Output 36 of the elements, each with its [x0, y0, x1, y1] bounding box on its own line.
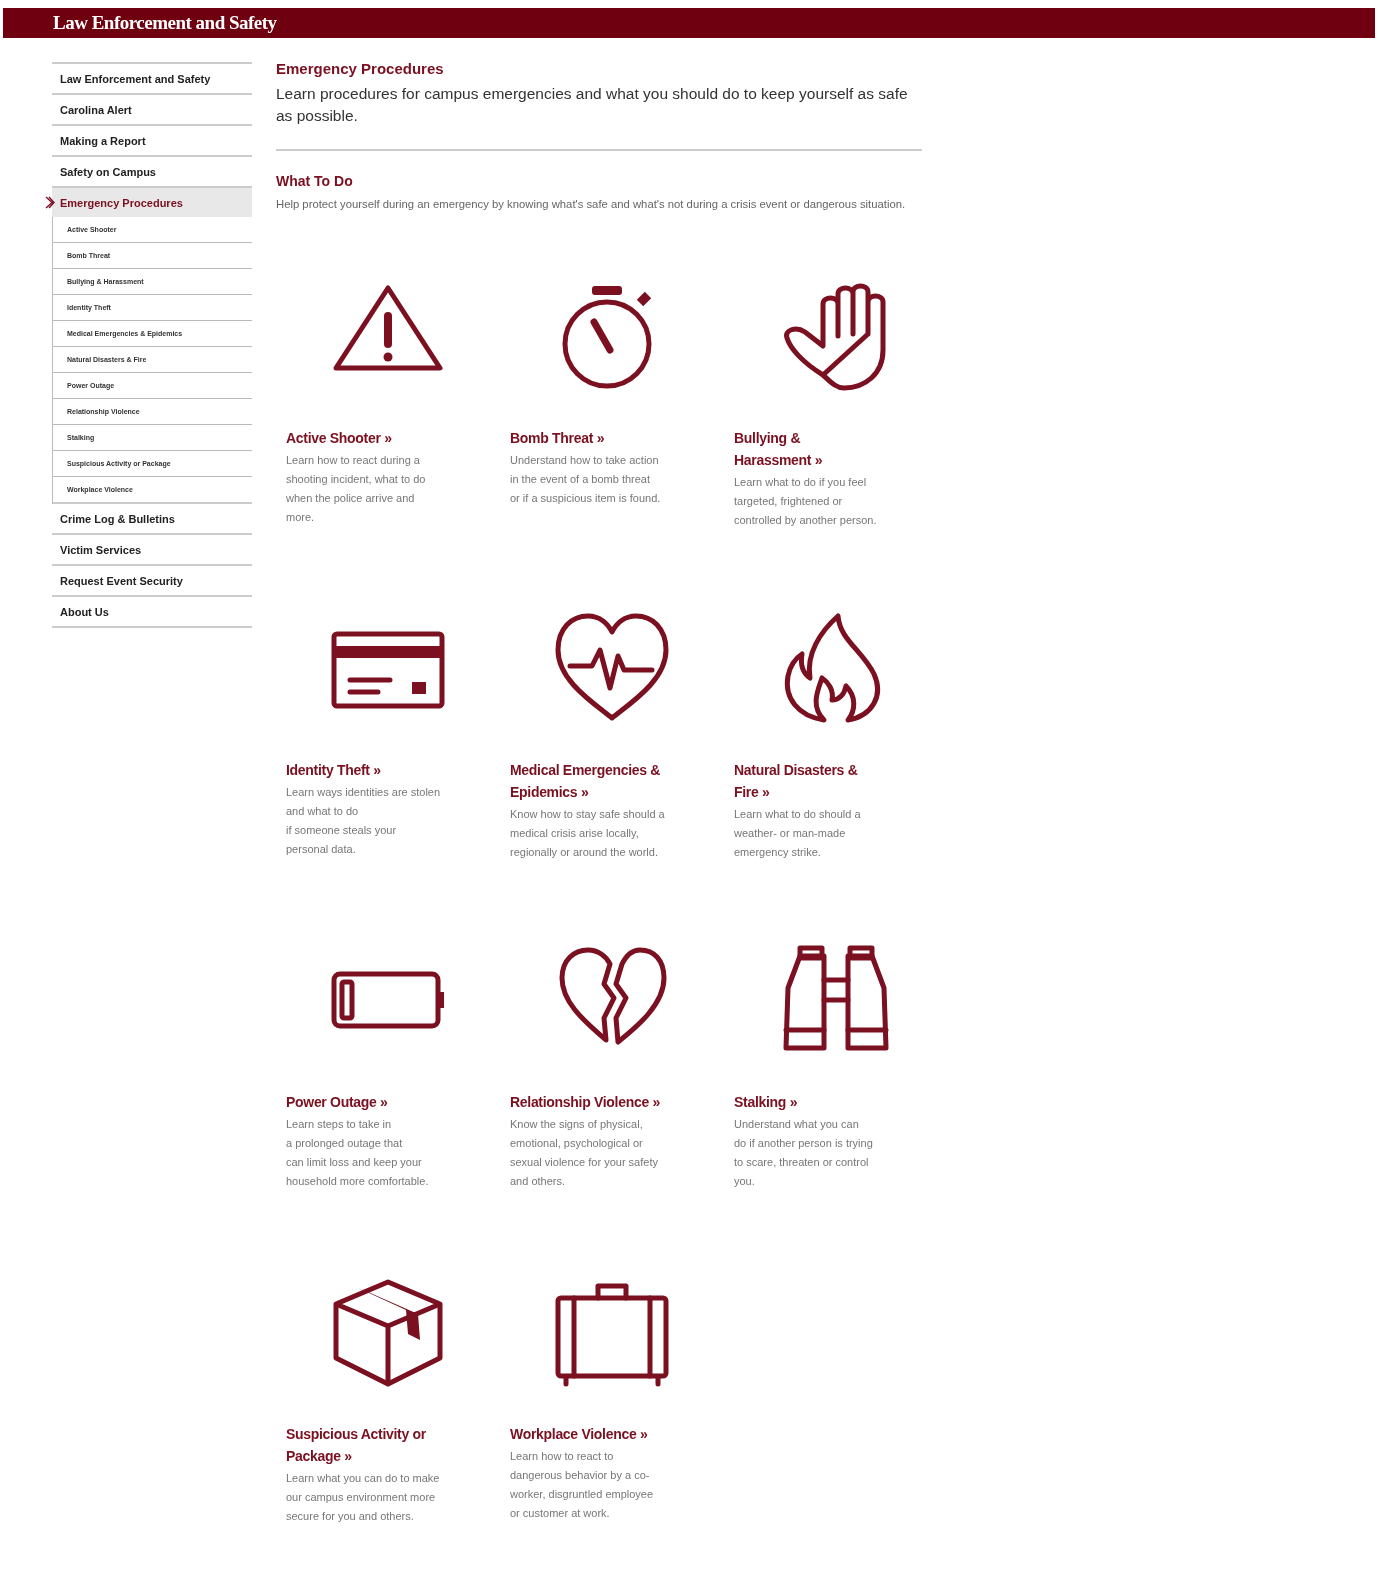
card-link[interactable]: Medical Emergencies & Epidemics » — [510, 759, 661, 803]
card-link[interactable]: Stalking » — [734, 1091, 798, 1113]
nav-link[interactable]: Request Event Security — [52, 566, 252, 595]
card-description: Understand what you can do if another person is trying to scare, threaten or control you. — [734, 1117, 874, 1189]
card-link[interactable]: Active Shooter » — [286, 427, 392, 449]
card-description: Learn how to react to dangerous behavior by a co- worker, disgruntled employee or customer at work. — [510, 1449, 655, 1521]
card-link[interactable]: Identity Theft » — [286, 759, 381, 781]
nav-link[interactable]: Victim Services — [52, 535, 252, 564]
card-description: Learn what to do should a weather- or man-made emergency strike. — [734, 807, 862, 860]
card-description: Learn ways identities are stolen and what to do if someone steals your personal data. — [286, 785, 442, 857]
card-description: Learn what you can do to make our campus environment more secure for you and others. — [286, 1471, 441, 1524]
nav-link[interactable]: Safety on Campus — [52, 157, 252, 186]
card-link[interactable]: Workplace Violence » — [510, 1423, 648, 1445]
card-description: Learn steps to take in a prolonged outage that can limit loss and keep your household more comfortable. — [286, 1117, 430, 1189]
nav-link[interactable]: Making a Report — [52, 126, 252, 155]
nav-link[interactable]: About Us — [52, 597, 252, 626]
card-link[interactable]: Bullying & Harassment » — [734, 427, 823, 471]
card-link[interactable]: Natural Disasters & Fire » — [734, 759, 858, 803]
card-link[interactable]: Bomb Threat » — [510, 427, 605, 449]
card-description: Know the signs of physical, emotional, psychological or sexual violence for your safety and others. — [510, 1117, 659, 1189]
site-title: Law Enforcement and Safety — [53, 12, 277, 34]
nav-link[interactable]: Crime Log & Bulletins — [52, 504, 252, 533]
page-heading: Emergency Procedures — [276, 60, 445, 77]
card-description: Understand how to take action in the event of a bomb threat or if a suspicious item is found. — [510, 453, 662, 506]
nav-link[interactable]: Law Enforcement and Safety — [52, 64, 252, 93]
intro-text: Learn procedures for campus emergencies and what you should do to keep yourself as safe as possible. — [276, 84, 909, 126]
nav-link[interactable]: Carolina Alert — [52, 95, 252, 124]
nav-link[interactable]: Emergency Procedures — [52, 188, 252, 217]
card-link[interactable]: Power Outage » — [286, 1091, 388, 1113]
section-heading: What To Do — [276, 173, 354, 189]
card-link[interactable]: Relationship Violence » — [510, 1091, 660, 1113]
section-text: Help protect yourself during an emergency by knowing what's safe and what's not during a crisis event or dangerous situation. — [276, 197, 907, 212]
card-description: Learn what to do if you feel targeted, frightened or controlled by another person. — [734, 475, 878, 528]
card-description: Learn how to react during a shooting incident, what to do when the police arrive and more. — [286, 453, 427, 525]
card-link[interactable]: Suspicious Activity or Package » — [286, 1423, 426, 1467]
card-description: Know how to stay safe should a medical crisis arise locally, regionally or around the world. — [510, 807, 666, 860]
